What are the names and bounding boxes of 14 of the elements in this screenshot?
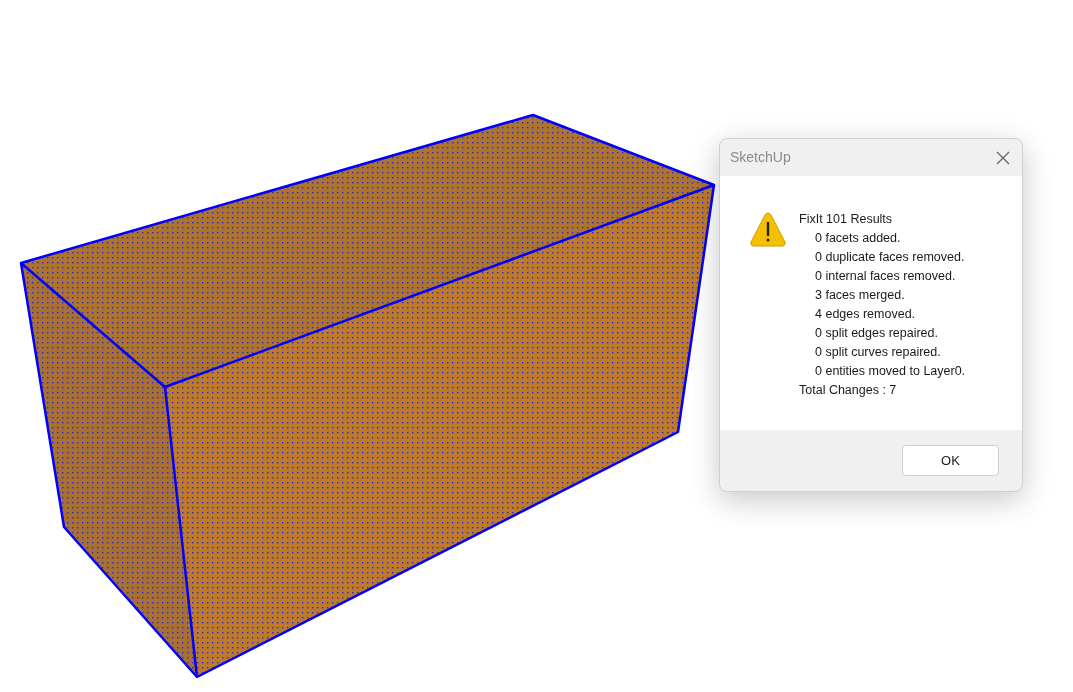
result-text: 3 faces merged. bbox=[814, 287, 906, 304]
ok-button[interactable]: OK bbox=[902, 445, 999, 476]
result-text: Total Changes : 7 bbox=[799, 382, 898, 399]
result-text: 0 facets added. bbox=[814, 230, 902, 247]
warning-icon bbox=[749, 211, 787, 248]
result-text: 0 duplicate faces removed. bbox=[814, 249, 966, 266]
result-text: 0 entities moved to Layer0. bbox=[814, 363, 966, 380]
result-text: FixIt 101 Results bbox=[799, 211, 894, 228]
result-text: 0 split edges repaired. bbox=[814, 325, 939, 342]
result-text: 4 edges removed. bbox=[814, 306, 917, 323]
window-title: SketchUp bbox=[730, 148, 791, 167]
close-icon[interactable] bbox=[996, 150, 1010, 165]
result-text: 0 internal faces removed. bbox=[814, 268, 957, 285]
result-text: 0 split curves repaired. bbox=[814, 344, 942, 361]
